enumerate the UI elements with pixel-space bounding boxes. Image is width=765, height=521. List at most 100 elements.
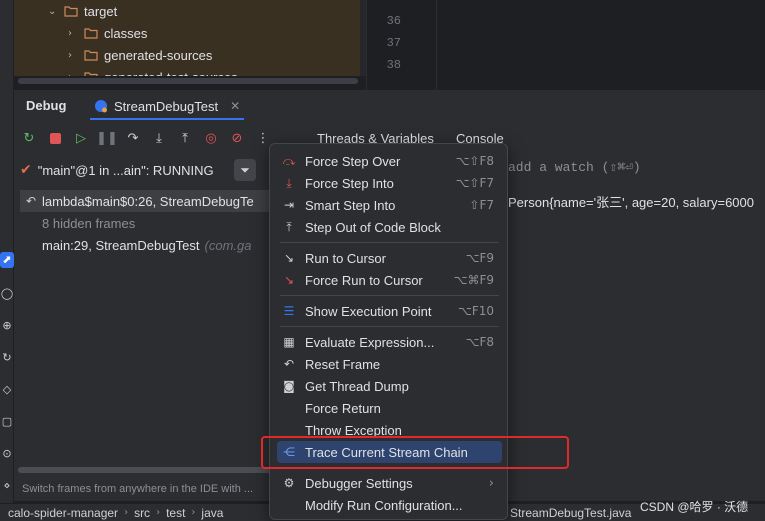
line-number: 37 [386,36,401,50]
tab-stream-debug-test[interactable]: StreamDebugTest ✕ [90,94,245,120]
return-arrow-icon: ↶ [25,194,37,208]
run-to-cursor-icon: ↘ [283,251,295,265]
editor-gutter-divider [436,0,437,90]
menu-item-force-step-over[interactable]: ⤼ Force Step Over ⌥⇧F8 [277,150,502,172]
step-over-icon[interactable]: ↷ [122,127,144,149]
menu-separator [280,242,499,243]
tree-item-label: generated-sources [104,47,213,63]
tab-label: StreamDebugTest [114,98,219,114]
menu-item-smart-step-into[interactable]: ⇥ Smart Step Into ⇧F7 [277,194,502,216]
breadcrumb-item[interactable]: java [201,506,223,520]
hint-text: Switch frames from anywhere in the IDE w… [22,483,254,495]
problems-tool-icon[interactable]: ◇ [0,382,14,398]
debug-panel-title: Debug [26,98,67,113]
gear-icon: ⚙ [283,476,295,490]
folder-icon [84,72,98,76]
folder-icon [84,28,98,39]
folder-icon [64,6,78,17]
check-icon: ✔ [20,162,32,178]
project-tree: ⌄ target › classes › generated-sources ›… [14,0,362,76]
frame-label: lambda$main$0:26, StreamDebugTe [42,193,254,209]
build-tool-icon[interactable]: ↻ [0,350,14,366]
annotation-highlight-box [261,436,569,469]
java-class-icon [95,100,107,113]
pause-icon[interactable]: ❚❚ [96,127,118,149]
menu-item-step-out-code-block[interactable]: ⤒ Step Out of Code Block [277,216,502,238]
reset-frame-icon: ↶ [283,357,295,371]
step-into-icon[interactable]: ⤓ [148,127,170,149]
chevron-right-icon: › [156,507,161,518]
thread-selector[interactable]: ✔ "main"@1 in ...ain": RUNNING [20,158,214,182]
chevron-right-icon[interactable]: › [68,50,80,61]
left-tool-strip: ⬈ ◯ ⊕ ↻ ◇ ▢ ⊙ ⋄ [0,0,14,521]
camera-icon: ◙ [283,379,295,393]
close-icon[interactable]: ✕ [230,99,240,113]
debug-tool-icon[interactable]: ⬈ [0,252,14,268]
version-control-icon[interactable]: ⋄ [0,478,14,494]
show-execution-point-icon: ☰ [283,304,295,318]
menu-separator [280,326,499,327]
frame-label: main:29, StreamDebugTest [42,237,200,253]
menu-item-reset-frame[interactable]: ↶ Reset Frame [277,353,502,375]
menu-item-force-return[interactable]: Force Return [277,397,502,419]
chevron-right-icon: › [191,507,196,518]
force-step-over-icon: ⤼ [282,153,296,168]
evaluate-expression-icon: ▦ [283,335,295,349]
filter-icon[interactable]: ⏷ [234,159,256,181]
menu-separator [280,295,499,296]
tree-item-label: target [84,3,118,19]
force-step-into-icon: ⤓ [286,175,292,190]
chevron-right-icon: › [488,475,494,491]
menu-item-run-to-cursor[interactable]: ↘ Run to Cursor ⌥F9 [277,247,502,269]
tree-horizontal-scrollbar[interactable] [18,78,358,84]
frame-row[interactable]: main:29, StreamDebugTest (com.ga [20,234,280,256]
tree-item-target[interactable]: ⌄ target [48,0,117,22]
folder-icon [84,50,98,61]
step-out-icon[interactable]: ⤒ [174,127,196,149]
chevron-right-icon[interactable]: › [68,28,80,39]
thread-label: "main"@1 in ...ain": RUNNING [37,162,214,178]
breadcrumb-item[interactable]: src [134,506,150,520]
menu-item-modify-run-configuration[interactable]: Modify Run Configuration... [277,494,502,516]
breadcrumb-item[interactable]: StreamDebugTest.java [510,506,631,520]
tree-item-generated-test-sources[interactable]: › generated-test-sources [68,66,238,76]
mute-breakpoints-icon[interactable]: ⊘ [226,127,248,149]
services-tool-icon[interactable]: ⊕ [0,318,14,334]
debug-toolbar: ↻ ▷ ❚❚ ↷ ⤓ ⤒ ◎ ⊘ ⋮ [18,126,278,150]
frame-package: (com.ga [204,237,252,253]
tree-item-generated-sources[interactable]: › generated-sources [68,44,212,66]
smart-step-into-icon: ⇥ [283,198,295,212]
menu-item-show-execution-point[interactable]: ☰ Show Execution Point ⌥F10 [277,300,502,322]
tree-item-classes[interactable]: › classes [68,22,147,44]
line-number: 36 [386,14,401,28]
watermark: CSDN @哈罗 · 沃德 [640,500,749,514]
view-breakpoints-icon[interactable]: ◎ [200,127,222,149]
menu-item-get-thread-dump[interactable]: ◙ Get Thread Dump [277,375,502,397]
run-tool-icon[interactable]: ◯ [0,286,14,302]
frame-row[interactable]: ↶ lambda$main$0:26, StreamDebugTe [20,190,280,212]
chevron-down-icon[interactable]: ⌄ [48,6,60,17]
force-run-to-cursor-icon: ↘ [283,273,295,287]
menu-item-force-step-into[interactable]: ⤓ Force Step Into ⌥⇧F7 [277,172,502,194]
rerun-icon[interactable]: ↻ [18,127,40,149]
resume-icon[interactable]: ▷ [70,127,92,149]
menu-item-debugger-settings[interactable]: ⚙ Debugger Settings › [277,472,502,494]
variable-value[interactable]: Person{name='张三', age=20, salary=6000 [508,192,754,211]
chevron-right-icon: › [124,507,129,518]
breadcrumb-item[interactable]: calo-spider-manager [8,506,118,520]
terminal-tool-icon[interactable]: ▢ [0,414,14,430]
editor-area[interactable] [366,0,765,90]
chevron-right-icon[interactable]: › [68,72,80,77]
breadcrumb-item[interactable]: test [166,506,185,520]
menu-item-evaluate-expression[interactable]: ▦ Evaluate Expression... ⌥F8 [277,331,502,353]
menu-item-force-run-to-cursor[interactable]: ↘ Force Run to Cursor ⌥⌘F9 [277,269,502,291]
line-number: 38 [386,58,401,72]
stop-icon[interactable] [44,127,66,149]
tree-item-label: generated-test-sources [104,70,238,77]
step-out-block-icon: ⤒ [286,219,292,234]
frames-scrollbar[interactable] [18,467,273,473]
frames-list: ↶ lambda$main$0:26, StreamDebugTe 8 hidd… [20,190,280,260]
frame-row[interactable]: 8 hidden frames [20,212,280,234]
watch-input[interactable]: add a watch (⇧⌘⏎) [508,160,641,175]
vcs-tool-icon[interactable]: ⊙ [0,446,14,462]
